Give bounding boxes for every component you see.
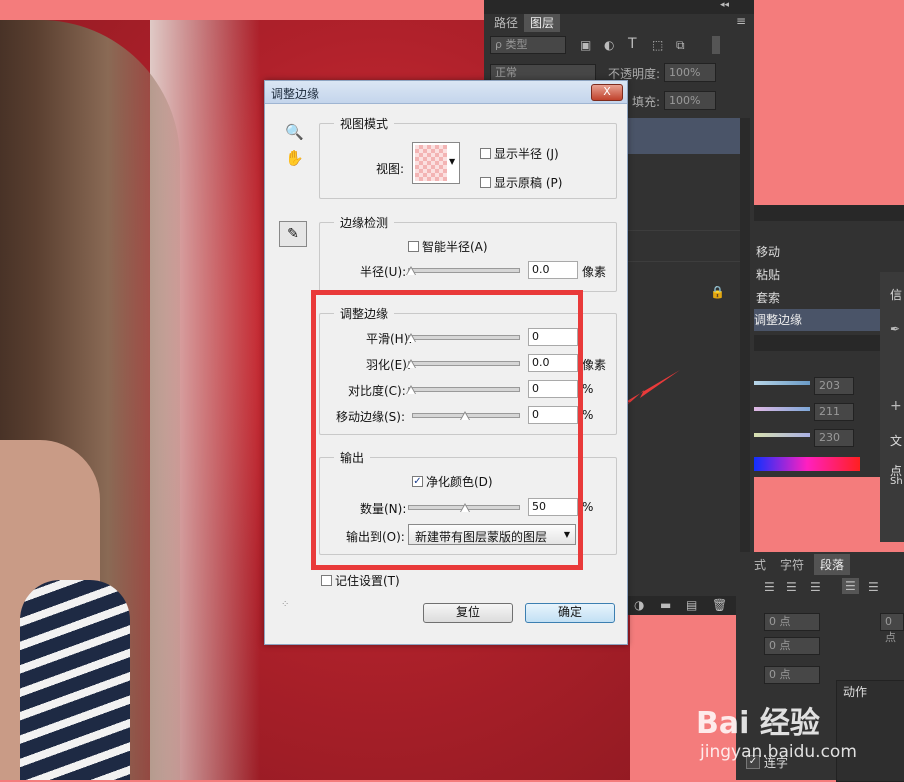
collapse-icon[interactable]: ◂◂ <box>720 0 729 10</box>
adjust-filter-icon[interactable]: ◐ <box>604 38 614 52</box>
side-item-sh[interactable]: Sh <box>890 476 903 487</box>
panel-menu-icon[interactable]: ≡ <box>736 14 746 28</box>
tab-character[interactable]: 字符 <box>780 556 804 573</box>
layer-filter-select[interactable]: ρ 类型 <box>490 36 566 54</box>
filter-toggle[interactable] <box>712 36 720 54</box>
crosshair-icon[interactable]: + <box>890 398 902 414</box>
view-thumbnail-image <box>415 145 447 181</box>
view-mode-legend: 视图模式 <box>334 115 395 132</box>
tab-paths[interactable]: 路径 <box>488 14 524 32</box>
indent-left-field[interactable]: 0 点 <box>764 613 820 631</box>
slider-b[interactable] <box>754 433 810 437</box>
chevron-down-icon: ▼ <box>449 157 456 166</box>
photo-striped-shirt <box>20 580 130 780</box>
trash-icon[interactable]: 🗑 <box>712 598 727 612</box>
view-mode-dropdown[interactable]: ▼ <box>412 142 460 184</box>
shift-edge-unit: % <box>582 408 594 422</box>
opacity-field[interactable]: 100% <box>664 63 716 82</box>
scrollbar[interactable] <box>740 118 750 598</box>
color-panel: 203 211 230 <box>754 335 880 477</box>
show-radius-label: 显示半径 (J) <box>494 147 559 161</box>
tab-paragraph[interactable]: 段落 <box>814 554 851 575</box>
side-item-info[interactable]: 信 <box>890 286 902 303</box>
radius-slider-track[interactable] <box>408 268 520 273</box>
color-value-g[interactable]: 211 <box>814 403 854 421</box>
image-filter-icon[interactable]: ▣ <box>580 38 591 52</box>
edge-detection-legend: 边缘检测 <box>334 214 395 231</box>
history-item-paste[interactable]: 粘贴 <box>756 266 780 283</box>
ok-button[interactable]: 确定 <box>525 603 615 623</box>
progress-spinner-icon: ⁘ <box>281 599 290 610</box>
new-group-icon[interactable]: ▬ <box>660 598 671 612</box>
eyedropper-icon[interactable]: ✒ <box>890 322 900 336</box>
watermark-logo: Bai 经验 <box>696 706 820 741</box>
space-before-field[interactable]: 0 点 <box>764 666 820 684</box>
align-center-icon[interactable]: ☰ <box>786 580 797 594</box>
radius-slider-thumb[interactable] <box>406 266 416 275</box>
type-filter-icon[interactable]: T <box>628 36 637 52</box>
smart-filter-icon[interactable]: ⧉ <box>676 38 685 53</box>
tab-style[interactable]: 式 <box>754 556 766 573</box>
align-left-icon[interactable]: ☰ <box>764 580 775 594</box>
mask-icon[interactable]: ◑ <box>634 598 644 612</box>
slider-r[interactable] <box>754 381 810 385</box>
amount-unit: % <box>582 500 594 514</box>
show-original-label: 显示原稿 (P) <box>494 176 563 190</box>
new-layer-icon[interactable]: ▤ <box>686 598 697 612</box>
close-button[interactable]: X <box>591 84 623 101</box>
show-original-checkbox[interactable] <box>480 177 491 188</box>
color-spectrum[interactable] <box>754 457 860 471</box>
color-value-b[interactable]: 230 <box>814 429 854 447</box>
slider-g[interactable] <box>754 407 810 411</box>
indent-right-field[interactable]: 0 点 <box>880 613 904 644</box>
layer-row[interactable] <box>626 230 740 262</box>
smart-radius-label: 智能半径(A) <box>422 240 488 254</box>
feather-unit: 像素 <box>582 358 607 372</box>
shape-filter-icon[interactable]: ⬚ <box>652 38 663 52</box>
fill-field[interactable]: 100% <box>664 91 716 110</box>
align-right-icon[interactable]: ☰ <box>810 580 821 594</box>
radius-unit: 像素 <box>582 265 607 279</box>
hand-icon[interactable]: ✋ <box>285 149 304 167</box>
side-item-text[interactable]: 文 <box>890 432 902 449</box>
color-value-r[interactable]: 203 <box>814 377 854 395</box>
view-label: 视图: <box>376 162 405 176</box>
dialog-title: 调整边缘 <box>271 87 320 101</box>
lock-icon: 🔒 <box>710 285 725 299</box>
justify-all-icon[interactable]: ☰ <box>868 580 879 594</box>
radius-input[interactable]: 0.0 <box>528 261 578 279</box>
justify-icon[interactable]: ☰ <box>842 578 859 594</box>
remember-settings-checkbox[interactable] <box>321 575 332 586</box>
smart-radius-checkbox[interactable] <box>408 241 419 252</box>
dialog-titlebar[interactable] <box>265 81 627 104</box>
radius-label: 半径(U): <box>360 265 407 279</box>
zoom-icon[interactable]: 🔍 <box>285 123 304 141</box>
history-item-refine-edge[interactable]: 调整边缘 <box>754 309 880 331</box>
reset-button[interactable]: 复位 <box>423 603 513 623</box>
indent-first-field[interactable]: 0 点 <box>764 637 820 655</box>
side-panel: 信 ✒ + 文 点 Sh <box>880 272 904 542</box>
show-radius-checkbox[interactable] <box>480 148 491 159</box>
edge-detection-group: 边缘检测 智能半径(A) 半径(U): 0.0 像素 <box>319 214 617 292</box>
tab-layers[interactable]: 图层 <box>524 14 561 32</box>
highlight-box <box>311 290 583 570</box>
contrast-unit: % <box>582 382 594 396</box>
remember-settings-label: 记住设置(T) <box>335 574 400 588</box>
history-item-move[interactable]: 移动 <box>756 243 780 260</box>
layer-row-selected[interactable] <box>626 118 740 154</box>
refine-radius-tool-icon[interactable]: ✎ <box>279 221 307 247</box>
watermark-url: jingyan.baidu.com <box>700 742 857 762</box>
view-mode-group: 视图模式 视图: ▼ 显示半径 (J) 显示原稿 (P) <box>319 115 617 199</box>
watermark: Bai 经验 jingyan.baidu.com <box>696 698 896 778</box>
fill-label: 填充: <box>632 95 661 109</box>
history-item-lasso[interactable]: 套索 <box>756 289 780 306</box>
